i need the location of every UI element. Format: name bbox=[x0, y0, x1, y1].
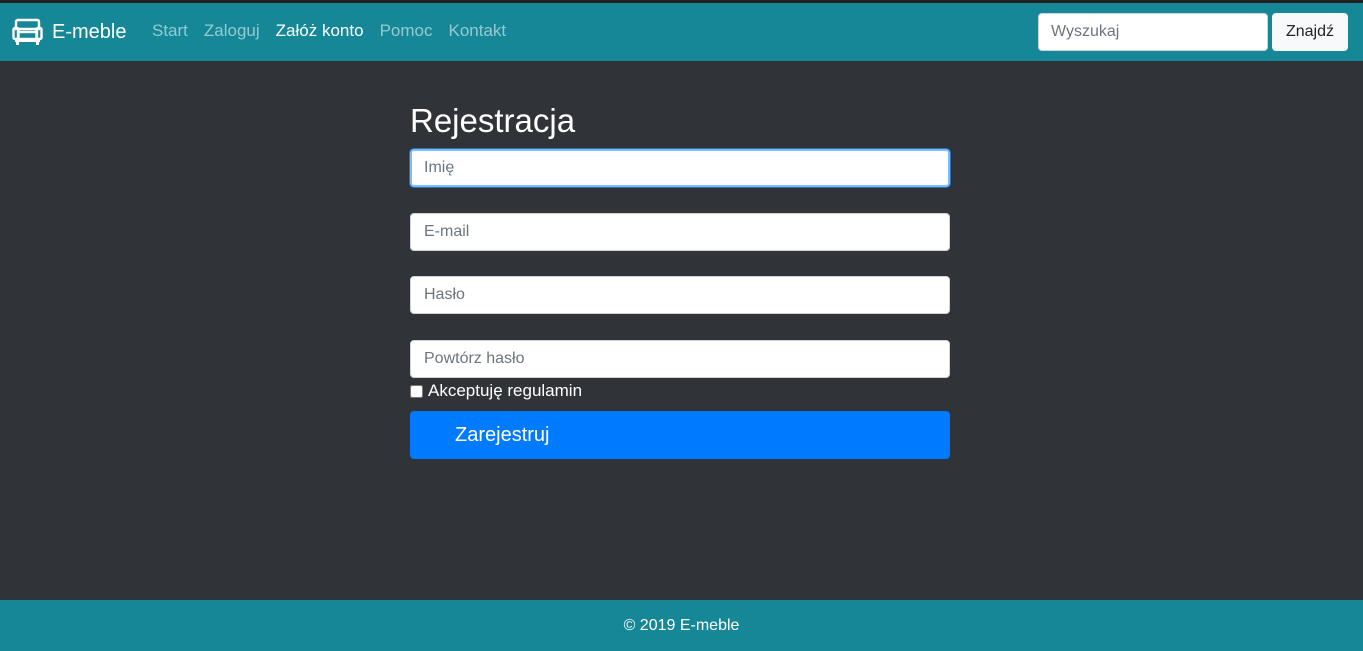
nav-link-help[interactable]: Pomoc bbox=[380, 21, 433, 41]
search-button[interactable]: Znajdź bbox=[1272, 13, 1348, 51]
password-repeat-field[interactable] bbox=[410, 340, 950, 378]
terms-checkbox[interactable] bbox=[410, 384, 423, 398]
brand-name: E-meble bbox=[52, 20, 127, 43]
name-field[interactable] bbox=[410, 149, 950, 187]
terms-row: Akceptuję regulamin bbox=[410, 381, 582, 401]
navbar: E-meble Start Zaloguj Załóż konto Pomoc … bbox=[0, 3, 1363, 61]
terms-label[interactable]: Akceptuję regulamin bbox=[428, 381, 582, 401]
nav-link-login[interactable]: Zaloguj bbox=[204, 21, 260, 41]
nav-link-register[interactable]: Załóż konto bbox=[276, 21, 364, 41]
brand-link[interactable]: E-meble bbox=[12, 15, 126, 49]
sofa-icon bbox=[12, 17, 43, 47]
password-field[interactable] bbox=[410, 276, 950, 314]
register-button[interactable]: Zarejestruj bbox=[410, 411, 950, 459]
nav-link-contact[interactable]: Kontakt bbox=[448, 21, 506, 41]
email-field[interactable] bbox=[410, 213, 950, 251]
nav-link-start[interactable]: Start bbox=[152, 21, 188, 41]
search-input[interactable] bbox=[1038, 13, 1268, 51]
copyright-text: © 2019 E-meble bbox=[623, 616, 740, 634]
footer: © 2019 E-meble bbox=[0, 600, 1363, 651]
form-title: Rejestracja bbox=[410, 102, 576, 139]
nav-menu: Start Zaloguj Załóż konto Pomoc Kontakt bbox=[152, 21, 522, 41]
